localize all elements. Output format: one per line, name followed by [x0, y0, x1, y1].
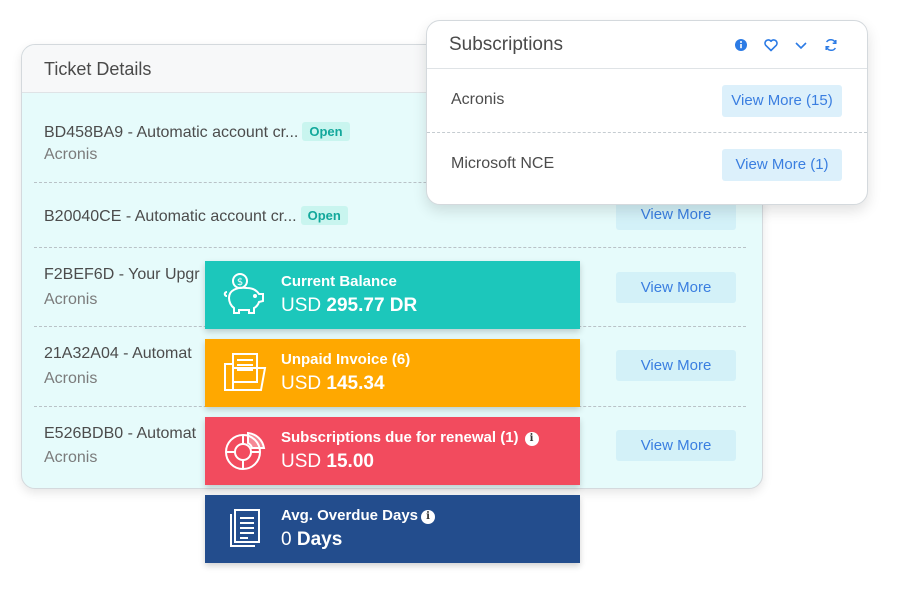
stat-value: 15.00 [326, 451, 374, 472]
subscriptions-toolbar [733, 37, 839, 53]
stat-label: Avg. Overdue Days [281, 507, 418, 524]
ticket-product: Acronis [44, 291, 98, 308]
stat-label: Subscriptions due for renewal (1) [281, 429, 519, 446]
chevron-down-icon[interactable] [793, 37, 809, 53]
ticket-title: BD458BA9 - Automatic account cr... [44, 124, 299, 141]
subscriptions-panel: Subscriptions Acronis View More (15) Mic… [426, 20, 868, 205]
view-more-button[interactable]: View More (1) [722, 149, 842, 181]
ticket-product: Acronis [44, 449, 98, 466]
stat-value: Days [296, 529, 343, 550]
subscription-name: Microsoft NCE [451, 155, 555, 172]
subscriptions-renewal-card[interactable]: Subscriptions due for renewal (1) i USD 1… [205, 417, 580, 485]
ticket-product: Acronis [44, 146, 98, 163]
info-icon[interactable] [733, 37, 749, 53]
ticket-title: F2BEF6D - Your Upgr [44, 266, 200, 283]
view-more-button[interactable]: View More [616, 350, 736, 381]
svg-text:$: $ [237, 277, 243, 288]
avg-overdue-days-card[interactable]: Avg. Overdue Days i 0 Days [205, 495, 580, 563]
view-more-button[interactable]: View More [616, 430, 736, 461]
info-icon[interactable]: i [524, 432, 539, 446]
status-badge: Open [300, 206, 348, 225]
stat-currency: USD [281, 295, 322, 316]
current-balance-card[interactable]: $ Current Balance USD 295.77 DR [205, 261, 580, 329]
stat-currency: USD [281, 451, 322, 472]
info-icon[interactable]: i [421, 510, 435, 524]
document-list-icon [221, 504, 269, 552]
donut-chart-icon [221, 426, 269, 474]
subscription-row[interactable]: Microsoft NCE View More (1) [427, 133, 867, 197]
subscription-row[interactable]: Acronis View More (15) [427, 69, 867, 133]
stat-value: 145.34 [326, 373, 385, 394]
view-more-button[interactable]: View More [616, 272, 736, 303]
stat-value: 295.77 DR [326, 295, 418, 316]
ticket-title: 21A32A04 - Automat [44, 345, 192, 362]
stat-label: Unpaid Invoice (6) [281, 351, 411, 368]
refresh-icon[interactable] [823, 37, 839, 53]
stat-currency: USD [281, 373, 322, 394]
stat-currency: 0 [281, 529, 292, 550]
ticket-title: B20040CE - Automatic account cr... [44, 208, 297, 225]
subscription-name: Acronis [451, 91, 505, 108]
view-more-button[interactable]: View More (15) [722, 85, 842, 117]
status-badge: Open [302, 122, 350, 141]
stat-label: Current Balance [281, 273, 397, 290]
piggy-bank-icon: $ [221, 270, 269, 318]
subscriptions-title: Subscriptions [449, 34, 564, 55]
ticket-title: E526BDB0 - Automat [44, 425, 197, 442]
folder-documents-icon [221, 348, 269, 396]
ticket-product: Acronis [44, 370, 98, 387]
unpaid-invoice-card[interactable]: Unpaid Invoice (6) USD 145.34 [205, 339, 580, 407]
heart-icon[interactable] [763, 37, 779, 53]
